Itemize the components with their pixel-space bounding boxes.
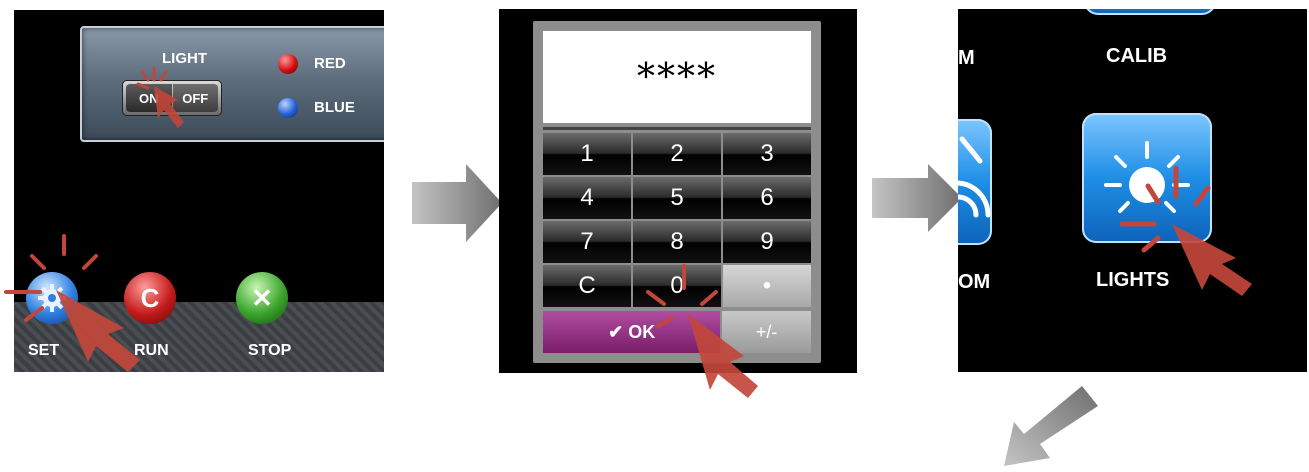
- calib-app-icon[interactable]: [1084, 9, 1216, 15]
- light-label: LIGHT: [162, 50, 207, 67]
- key-9[interactable]: 9: [723, 221, 811, 263]
- flow-arrow-right-icon: [872, 164, 962, 232]
- key-clear[interactable]: C: [543, 265, 631, 307]
- display-divider: [543, 127, 811, 130]
- flow-arrow-right-icon: [412, 164, 502, 242]
- tap-indicator-icon: [1119, 166, 1252, 296]
- tap-indicator-icon: [4, 234, 140, 372]
- key-4[interactable]: 4: [543, 177, 631, 219]
- wifi-app-icon[interactable]: [958, 119, 992, 245]
- key-2[interactable]: 2: [633, 133, 721, 175]
- stop-button-label: STOP: [248, 342, 292, 359]
- close-icon: ✕: [251, 282, 273, 313]
- red-indicator-icon: [278, 54, 298, 74]
- key-1[interactable]: 1: [543, 133, 631, 175]
- wifi-app-label: OM: [958, 271, 991, 293]
- tap-indicator-icon: [136, 66, 184, 128]
- app-label-partial: M: [958, 47, 975, 69]
- blue-indicator-icon: [278, 98, 298, 118]
- key-3[interactable]: 3: [723, 133, 811, 175]
- tap-indicator-icon: [646, 264, 758, 398]
- key-7[interactable]: 7: [543, 221, 631, 263]
- stop-button[interactable]: ✕: [236, 272, 288, 324]
- flow-arrow-down-left-icon: [1004, 386, 1098, 466]
- key-6[interactable]: 6: [723, 177, 811, 219]
- blue-indicator-label: BLUE: [314, 99, 355, 116]
- red-indicator-label: RED: [314, 55, 346, 72]
- passcode-display: ****: [543, 31, 811, 123]
- wifi-icon: [958, 136, 991, 218]
- key-8[interactable]: 8: [633, 221, 721, 263]
- key-5[interactable]: 5: [633, 177, 721, 219]
- calib-label: CALIB: [1106, 45, 1168, 67]
- light-control-box: LIGHT ON OFF RED BLUE: [80, 26, 384, 142]
